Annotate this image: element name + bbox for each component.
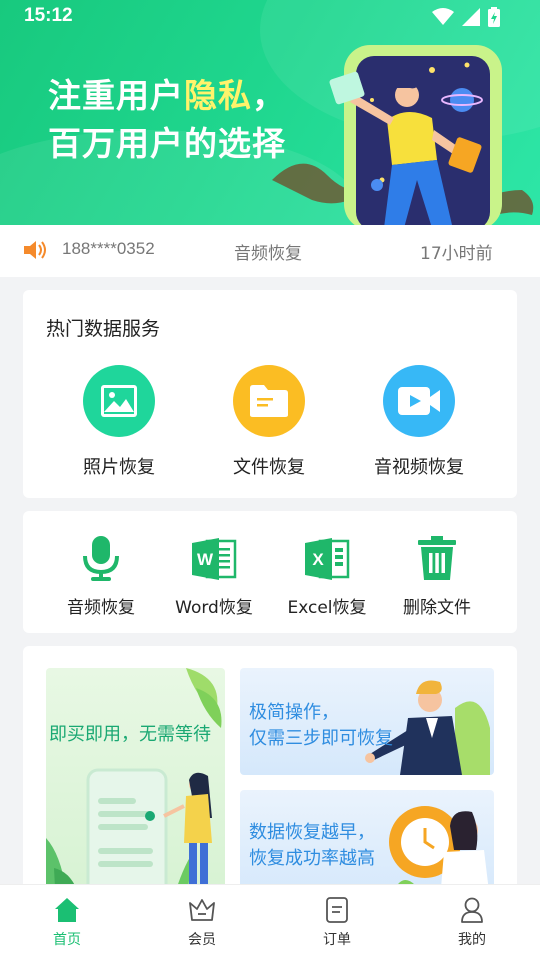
nav-label: 我的 <box>458 932 486 948</box>
microphone-icon <box>83 536 119 581</box>
tools-card: 音频恢复 W Word恢复 X Excel恢复 删除文件 <box>23 511 517 633</box>
nav-orders[interactable]: 订单 <box>297 897 377 949</box>
service-label: 照片恢复 <box>83 457 155 478</box>
trash-icon <box>418 536 456 580</box>
nav-label: 会员 <box>188 932 216 948</box>
recovery-notice-bar: 188****0352 音频恢复 17小时前 <box>0 225 540 277</box>
photo-recovery-button[interactable]: 照片恢复 <box>44 365 194 479</box>
nav-label: 首页 <box>53 932 81 948</box>
hero-title-text: 注重用户 <box>48 76 184 115</box>
promo-text: 极简操作， 仅需三步即可恢复 <box>249 700 393 752</box>
status-icons <box>432 7 500 27</box>
nav-home[interactable]: 首页 <box>27 897 107 949</box>
word-icon: W <box>192 538 237 580</box>
excel-icon: X <box>305 538 350 580</box>
notice-service: 音频恢复 <box>234 244 302 264</box>
speaker-icon <box>24 241 46 259</box>
user-icon <box>461 897 483 923</box>
video-icon <box>383 365 455 437</box>
hero-banner[interactable]: 15:12 注重用户隐私， 百万用户的选择 <box>0 0 540 225</box>
tool-label: Word恢复 <box>175 598 253 618</box>
promo-line: 恢复成功率越高 <box>249 848 375 869</box>
tool-label: 删除文件 <box>403 598 471 618</box>
promo-text: 即买即用，无需等待 <box>49 724 211 745</box>
folder-icon <box>233 365 305 437</box>
hero-illustration <box>272 45 534 225</box>
notice-time: 17小时前 <box>420 244 493 264</box>
nav-member[interactable]: 会员 <box>162 897 242 949</box>
notice-phone: 188****0352 <box>62 239 155 258</box>
crown-icon <box>189 899 215 921</box>
promo-simple-operation[interactable]: 极简操作， 仅需三步即可恢复 <box>240 668 494 775</box>
svg-text:X: X <box>312 550 324 569</box>
image-icon <box>83 365 155 437</box>
order-icon <box>326 897 348 923</box>
nav-profile[interactable]: 我的 <box>432 897 512 949</box>
status-time: 15:12 <box>24 5 73 26</box>
promo-illustration <box>46 668 222 908</box>
nav-label: 订单 <box>323 932 351 948</box>
av-recovery-button[interactable]: 音视频恢复 <box>344 365 494 479</box>
status-bar: 15:12 <box>0 0 540 34</box>
promo-instant-use[interactable]: 即买即用，无需等待 <box>46 668 225 908</box>
file-recovery-button[interactable]: 文件恢复 <box>194 365 344 479</box>
battery-icon <box>488 7 500 27</box>
bottom-navigation: 首页 会员 订单 我的 <box>0 884 540 960</box>
home-icon <box>55 898 79 922</box>
promo-line: 极简操作， <box>249 702 339 723</box>
tool-label: Excel恢复 <box>287 598 367 618</box>
promo-line: 仅需三步即可恢复 <box>249 728 393 749</box>
promo-line: 数据恢复越早， <box>249 822 375 843</box>
excel-recovery-button[interactable]: X Excel恢复 <box>272 533 382 618</box>
tool-label: 音频恢复 <box>67 598 135 618</box>
service-label: 音视频恢复 <box>374 457 464 478</box>
word-recovery-button[interactable]: W Word恢复 <box>159 533 269 618</box>
hero-title-highlight: 隐私 <box>184 76 252 115</box>
svg-text:W: W <box>197 550 214 569</box>
delete-file-button[interactable]: 删除文件 <box>382 533 492 618</box>
service-label: 文件恢复 <box>233 457 305 478</box>
hot-services-card: 热门数据服务 照片恢复 文件恢复 音视频恢复 <box>23 290 517 498</box>
section-title: 热门数据服务 <box>46 318 161 340</box>
signal-icon <box>462 8 480 26</box>
audio-recovery-button[interactable]: 音频恢复 <box>46 533 156 618</box>
hero-subtitle: 百万用户的选择 <box>48 124 286 163</box>
wifi-icon <box>432 8 454 25</box>
hero-title: 注重用户隐私， 百万用户的选择 <box>48 72 286 168</box>
promo-text: 数据恢复越早， 恢复成功率越高 <box>249 820 375 872</box>
promo-card: 即买即用，无需等待 极简操作， 仅需三步即可恢复 数据恢复越早， 恢复成功率越高 <box>23 646 517 908</box>
